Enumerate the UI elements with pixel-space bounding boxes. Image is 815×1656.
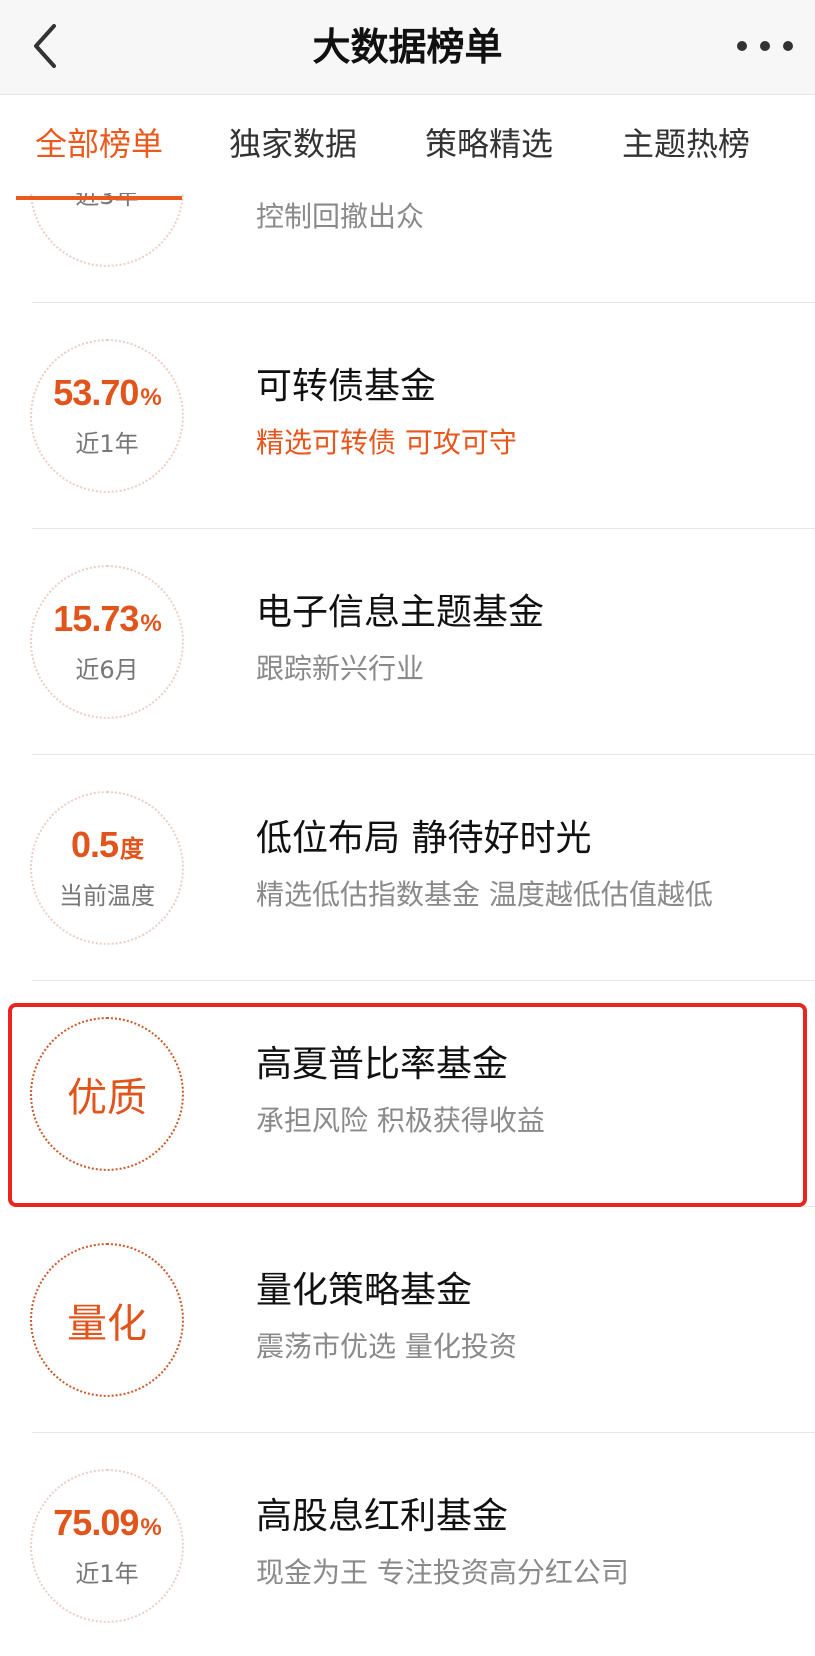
list-item[interactable]: 近3年 控制回撤出众	[0, 193, 815, 303]
stat-value: 53.70%	[53, 372, 161, 413]
item-subtitle: 现金为王 专注投资高分红公司	[256, 1556, 629, 1589]
page-title: 大数据榜单	[312, 25, 503, 69]
stat-period: 近1年	[75, 1560, 139, 1588]
active-tab-indicator	[16, 196, 182, 200]
stat-period: 近1年	[75, 430, 139, 458]
stat-value: 15.73%	[53, 598, 161, 639]
back-button[interactable]	[22, 18, 78, 74]
fund-list[interactable]: 近3年 控制回撤出众 53.70% 近1年 可转债基金 精选可转债 可攻可守 1…	[0, 193, 815, 1656]
list-item-highlighted[interactable]: 优质 高夏普比率基金 承担风险 积极获得收益	[0, 981, 815, 1207]
badge-circle: 优质	[30, 1017, 184, 1171]
item-title: 量化策略基金	[256, 1270, 473, 1311]
item-subtitle: 精选低估指数基金 温度越低估值越低	[256, 878, 713, 911]
item-subtitle: 承担风险 积极获得收益	[256, 1104, 545, 1137]
tab-bar: 全部榜单 独家数据 策略精选 主题热榜	[0, 95, 815, 193]
stat-value: 0.5度	[70, 824, 144, 865]
list-item[interactable]: 0.5度 当前温度 低位布局 静待好时光 精选低估指数基金 温度越低估值越低	[0, 755, 815, 981]
item-title: 高夏普比率基金	[256, 1044, 509, 1085]
tab-theme-hot[interactable]: 主题热榜	[603, 95, 769, 193]
tab-strategy-picks[interactable]: 策略精选	[406, 95, 572, 193]
stat-value: 75.09%	[53, 1502, 161, 1543]
list-item[interactable]: 75.09% 近1年 高股息红利基金 现金为王 专注投资高分红公司	[0, 1433, 815, 1656]
tab-all-rankings[interactable]: 全部榜单	[16, 95, 182, 193]
more-horizontal-icon	[737, 41, 747, 51]
item-subtitle: 震荡市优选 量化投资	[256, 1330, 517, 1363]
item-subtitle: 精选可转债 可攻可守	[256, 426, 517, 459]
stat-period: 近6月	[75, 656, 139, 684]
more-button[interactable]	[737, 28, 793, 64]
stat-unit: %	[140, 1514, 161, 1541]
more-horizontal-icon	[760, 41, 770, 51]
item-title: 高股息红利基金	[256, 1496, 509, 1537]
stat-circle: 0.5度 当前温度	[30, 791, 184, 945]
stat-unit: 度	[120, 836, 144, 863]
badge-circle: 量化	[30, 1243, 184, 1397]
item-title: 低位布局 静待好时光	[256, 818, 592, 859]
tab-exclusive-data[interactable]: 独家数据	[210, 95, 376, 193]
more-horizontal-icon	[783, 41, 793, 51]
item-subtitle: 跟踪新兴行业	[256, 652, 425, 685]
stat-period: 当前温度	[59, 882, 155, 910]
stat-circle: 75.09% 近1年	[30, 1469, 184, 1623]
quality-badge: 优质	[67, 1075, 147, 1121]
item-subtitle: 控制回撤出众	[256, 200, 425, 233]
top-bar: 大数据榜单	[0, 0, 815, 95]
quant-badge: 量化	[67, 1301, 147, 1347]
stat-unit: %	[140, 384, 161, 411]
stat-circle: 53.70% 近1年	[30, 339, 184, 493]
list-item[interactable]: 15.73% 近6月 电子信息主题基金 跟踪新兴行业	[0, 529, 815, 755]
item-title: 可转债基金	[256, 366, 437, 407]
chevron-left-icon	[34, 24, 56, 68]
item-title: 电子信息主题基金	[256, 592, 545, 633]
list-item[interactable]: 量化 量化策略基金 震荡市优选 量化投资	[0, 1207, 815, 1433]
stat-circle: 近3年	[30, 193, 184, 267]
stat-unit: %	[140, 610, 161, 637]
stat-circle: 15.73% 近6月	[30, 565, 184, 719]
list-item[interactable]: 53.70% 近1年 可转债基金 精选可转债 可攻可守	[0, 303, 815, 529]
